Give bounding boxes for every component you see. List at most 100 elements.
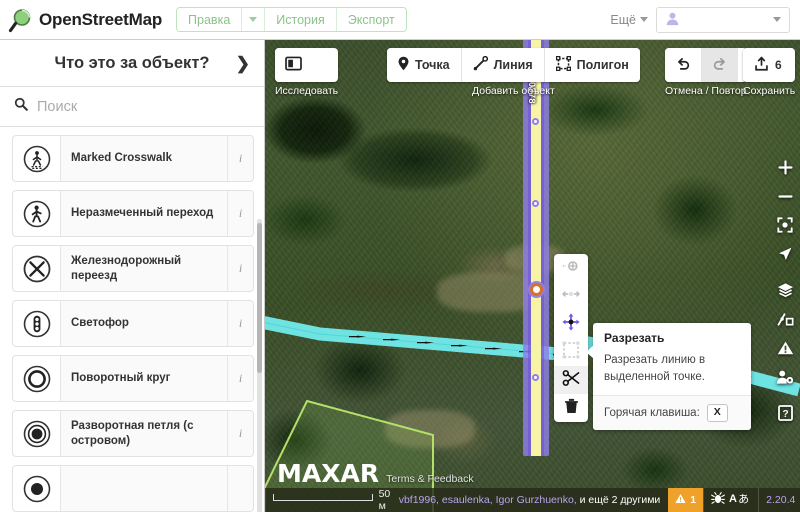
undo-redo-box: [665, 48, 747, 82]
chevron-down-icon: [773, 17, 781, 22]
way-vertex[interactable]: [532, 374, 539, 381]
location-arrow-icon: [777, 246, 793, 267]
sidebar-toggle-icon: [285, 56, 302, 74]
issues-button[interactable]: [770, 336, 800, 365]
redo-button[interactable]: [702, 48, 738, 82]
preset-list[interactable]: Marked Crosswalk i Неразмеченный переход…: [0, 127, 264, 512]
status-bar: 50 м vbf1996, esaulenka, Igor Gurzhuenko…: [265, 488, 800, 512]
issues-count: 1: [690, 494, 696, 506]
sidebar-header: Что это за объект? ❯: [0, 40, 264, 87]
contributors-text[interactable]: vbf1996, esaulenka, Igor Gurzhuenko, и е…: [399, 494, 669, 506]
warning-triangle-icon: [777, 340, 794, 361]
map-data-button[interactable]: [770, 307, 800, 336]
translate-icon[interactable]: A あ: [729, 491, 751, 509]
sidebar-toggle-button[interactable]: [275, 48, 312, 82]
edit-menu-orthogonalize[interactable]: [554, 338, 588, 366]
edit-menu-extract[interactable]: [554, 254, 588, 282]
preset-item-turning-circle[interactable]: Поворотный круг i: [12, 355, 254, 402]
preferences-button[interactable]: [770, 365, 800, 394]
attribution-terms-link[interactable]: Terms & Feedback: [386, 473, 474, 485]
preset-info-button[interactable]: i: [227, 246, 253, 291]
search-input[interactable]: [37, 99, 232, 115]
preset-item-partial[interactable]: [12, 465, 254, 512]
preset-info-button[interactable]: i: [227, 411, 253, 456]
background-settings-button[interactable]: [770, 278, 800, 307]
nav-history-button[interactable]: История: [265, 8, 336, 31]
contributors-names[interactable]: vbf1996, esaulenka, Igor Gurzhuenko,: [399, 494, 580, 506]
edit-menu-split[interactable]: [554, 366, 588, 394]
issues-status-badge[interactable]: 1: [668, 488, 703, 512]
version-cell: 2.20.4: [758, 488, 800, 512]
plus-icon: [778, 160, 793, 180]
bug-report-icon[interactable]: [711, 491, 725, 509]
area-polygon-icon: [556, 56, 571, 74]
sidebar-toggle-box: [275, 48, 338, 82]
preset-item-traffic-signals[interactable]: Светофор i: [12, 300, 254, 347]
trash-icon: [563, 397, 580, 420]
sidebar-scrollbar[interactable]: [257, 219, 262, 512]
level-crossing-icon: [13, 246, 61, 291]
preset-item-turning-loop[interactable]: Разворотная петля (с островом) i: [12, 410, 254, 457]
undo-button[interactable]: [665, 48, 702, 82]
nav-export-button[interactable]: Экспорт: [337, 8, 406, 31]
add-line-button[interactable]: Линия: [462, 48, 545, 82]
imagery-attribution: MAXAR Terms & Feedback: [277, 459, 474, 488]
line-icon: [473, 56, 488, 74]
svg-text:A: A: [729, 493, 737, 504]
map-tool-controls: [770, 278, 800, 394]
way-vertex[interactable]: [532, 200, 539, 207]
preset-item-label: [61, 466, 227, 511]
add-feature-box: Точка Линия: [387, 48, 640, 82]
preset-item-marked-crosswalk[interactable]: Marked Crosswalk i: [12, 135, 254, 182]
upload-save-icon: [754, 56, 769, 75]
scale-indicator: 50 м: [265, 488, 399, 512]
add-area-button[interactable]: Полигон: [545, 48, 640, 82]
disconnect-icon: [560, 287, 582, 306]
osm-logo-link[interactable]: OpenStreetMap: [0, 7, 162, 33]
way-vertex[interactable]: [532, 118, 539, 125]
save-group: 6 Сохранить: [743, 48, 795, 97]
preset-item-level-crossing[interactable]: Железнодорожный переезд i: [12, 245, 254, 292]
extract-icon: [561, 257, 581, 280]
square-corners-icon: [562, 341, 580, 364]
help-question-icon: ?: [778, 405, 793, 426]
selected-node-vertex[interactable]: [530, 283, 543, 296]
id-editor-app: OpenStreetMap Правка История Экспорт Ещё: [0, 0, 800, 512]
add-line-label: Линия: [494, 58, 533, 72]
nav-edit-button[interactable]: Правка: [177, 8, 242, 31]
save-count: 6: [775, 58, 782, 72]
zoom-to-selection-button[interactable]: [770, 213, 800, 242]
preset-sidebar: Что это за объект? ❯: [0, 40, 265, 512]
geolocate-button[interactable]: [770, 242, 800, 271]
preset-item-unmarked-crossing[interactable]: Неразмеченный переход i: [12, 190, 254, 237]
sidebar-scrollbar-thumb[interactable]: [257, 223, 262, 373]
partial-preset-icon: [13, 466, 61, 511]
preset-info-button[interactable]: i: [227, 356, 253, 401]
preset-info-button[interactable]: i: [227, 136, 253, 181]
more-menu-button[interactable]: Ещё: [610, 13, 648, 27]
svg-text:あ: あ: [738, 493, 749, 504]
save-button[interactable]: 6: [743, 48, 793, 82]
scale-label: 50 м: [379, 488, 399, 512]
explore-group: Исследовать: [275, 48, 338, 97]
user-menu-button[interactable]: [656, 7, 790, 33]
maxar-logo: MAXAR: [277, 459, 379, 488]
zoom-controls: [770, 155, 800, 271]
help-button[interactable]: ?: [770, 401, 800, 430]
preset-info-button[interactable]: i: [227, 301, 253, 346]
chevron-right-icon[interactable]: ❯: [236, 55, 250, 72]
add-point-button[interactable]: Точка: [387, 48, 462, 82]
preset-info-button[interactable]: [227, 466, 253, 511]
preset-info-button[interactable]: i: [227, 191, 253, 236]
contributors-more[interactable]: и ещё 2 другими: [580, 494, 661, 506]
explore-caption: Исследовать: [275, 85, 338, 97]
nav-edit-dropdown-button[interactable]: [242, 8, 265, 31]
zoom-out-button[interactable]: [770, 184, 800, 213]
map-control-rail: ?: [770, 155, 800, 437]
edit-menu-delete[interactable]: [554, 394, 588, 422]
edit-menu-move[interactable]: [554, 310, 588, 338]
edit-menu-disconnect[interactable]: [554, 282, 588, 310]
split-tooltip: Разрезать Разрезать линию в выделенной т…: [593, 323, 751, 430]
zoom-in-button[interactable]: [770, 155, 800, 184]
map-canvas[interactable]: 0378 MAXAR Terms & Feedback: [265, 40, 800, 512]
